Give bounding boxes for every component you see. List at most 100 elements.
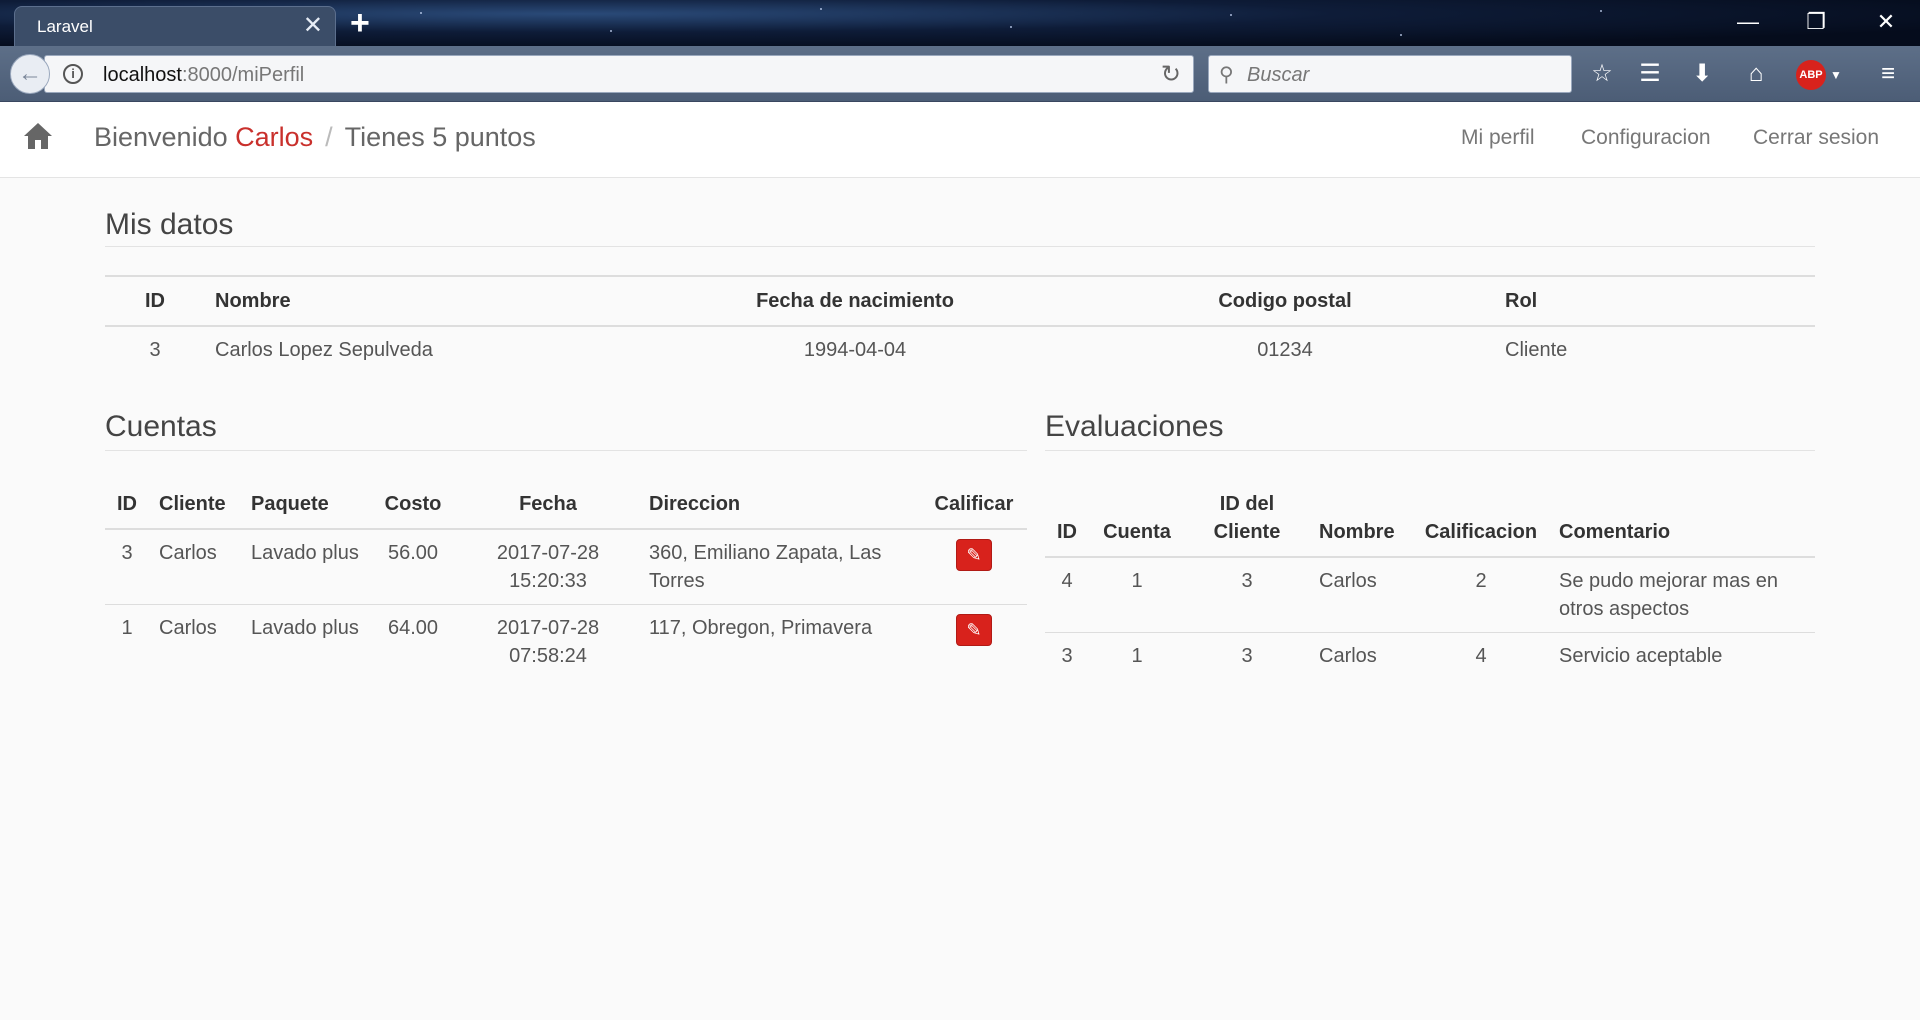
cell-cliente: Carlos	[159, 542, 217, 564]
url-host: localhost	[103, 64, 182, 86]
cell-direccion: 117, Obregon, Primavera	[649, 617, 873, 639]
table-header-row: ID Nombre Fecha de nacimiento Codigo pos…	[105, 276, 1815, 326]
col-id-cliente: ID del Cliente	[1213, 493, 1281, 543]
cell-calificar: ✎	[921, 529, 1027, 605]
cell-direccion: 360, Emiliano Zapata, Las Torres	[649, 542, 882, 592]
table-row: 4 1 3 Carlos 2 Se pudo mejorar mas en ot…	[1045, 557, 1815, 633]
table-row: 3 Carlos Lavado plus 56.00 2017-07-28 15…	[105, 529, 1027, 605]
col-id: ID	[1057, 521, 1077, 543]
cell-calificacion: 4	[1475, 645, 1487, 667]
cell-rol: Cliente	[1505, 339, 1568, 361]
tab-title: Laravel	[37, 17, 93, 36]
bookmark-star-icon[interactable]: ☆	[1584, 56, 1620, 92]
mis-datos-table: ID Nombre Fecha de nacimiento Codigo pos…	[105, 275, 1815, 373]
cell-costo: 64.00	[387, 617, 439, 639]
cell-fecha: 2017-07-28 15:20:33	[496, 542, 600, 592]
table-header-row: ID Cliente Paquete Costo Fecha Direccion…	[105, 480, 1027, 529]
cell-paquete: Lavado plus	[251, 542, 359, 564]
cell-cliente: Carlos	[159, 617, 217, 639]
background-star	[1010, 26, 1012, 28]
col-calificar: Calificar	[934, 493, 1014, 515]
url-text: localhost:8000/miPerfil	[103, 64, 304, 87]
download-icon[interactable]: ⬇	[1684, 56, 1720, 92]
table-row: 1 Carlos Lavado plus 64.00 2017-07-28 07…	[105, 604, 1027, 680]
pencil-icon: ✎	[966, 545, 982, 565]
browser-home-icon[interactable]: ⌂	[1738, 56, 1774, 92]
table-row: 3 Carlos Lopez Sepulveda 1994-04-04 0123…	[105, 326, 1815, 373]
nav-cerrar-sesion[interactable]: Cerrar sesion	[1753, 126, 1879, 150]
breadcrumb: Bienvenido Carlos / Tienes 5 puntos	[94, 122, 536, 153]
menu-icon[interactable]: ≡	[1870, 56, 1906, 92]
home-icon[interactable]	[22, 120, 54, 152]
cell-paquete: Lavado plus	[251, 617, 359, 639]
cell-id: 3	[149, 339, 161, 361]
col-id: ID	[117, 493, 137, 515]
cell-id: 1	[121, 617, 133, 639]
col-rol: Rol	[1505, 290, 1538, 312]
search-icon: ⚲	[1219, 64, 1234, 86]
cuentas-title: Cuentas	[105, 410, 217, 443]
cell-calificacion: 2	[1475, 570, 1487, 592]
adblock-dropdown-icon[interactable]: ▼	[1830, 60, 1842, 90]
evaluaciones-table: ID Cuenta ID del Cliente Nombre Califica…	[1045, 480, 1815, 679]
cell-id-cliente: 3	[1241, 645, 1253, 667]
col-direccion: Direccion	[649, 493, 741, 515]
browser-tab[interactable]: Laravel ✕	[14, 6, 336, 46]
browser-tab-strip: Laravel ✕ + — ❐ ✕	[0, 0, 1920, 46]
cell-cuenta: 1	[1131, 570, 1143, 592]
cell-cuenta: 1	[1131, 645, 1143, 667]
rate-button[interactable]: ✎	[956, 539, 992, 571]
cell-nombre: Carlos	[1319, 570, 1377, 592]
reading-list-icon[interactable]: ☰	[1632, 56, 1668, 92]
welcome-text: Bienvenido	[94, 122, 228, 152]
close-tab-icon[interactable]: ✕	[303, 13, 323, 39]
rate-button[interactable]: ✎	[956, 614, 992, 646]
cell-codigo-postal: 01234	[1257, 339, 1313, 361]
table-row: 3 1 3 Carlos 4 Servicio aceptable	[1045, 632, 1815, 680]
col-fecha: Fecha	[519, 493, 577, 515]
cell-id-cliente: 3	[1241, 570, 1253, 592]
adblock-icon[interactable]: ABP	[1796, 60, 1826, 90]
browser-toolbar: i localhost:8000/miPerfil ↻ ← ⚲ Buscar ☆…	[0, 46, 1920, 102]
nav-mi-perfil[interactable]: Mi perfil	[1461, 126, 1535, 150]
col-codigo-postal: Codigo postal	[1218, 290, 1352, 312]
pencil-icon: ✎	[966, 620, 982, 640]
app-navbar: Bienvenido Carlos / Tienes 5 puntos Mi per…	[0, 102, 1920, 178]
cell-calificar: ✎	[921, 605, 1027, 680]
restore-icon[interactable]: ❐	[1796, 4, 1836, 40]
reload-icon[interactable]: ↻	[1161, 60, 1181, 89]
minimize-icon[interactable]: —	[1728, 4, 1768, 40]
section-divider	[1045, 450, 1815, 451]
cell-id: 3	[1061, 645, 1073, 667]
background-star	[1400, 34, 1402, 36]
col-id: ID	[145, 290, 165, 312]
cell-id: 3	[121, 542, 133, 564]
nav-configuracion[interactable]: Configuracion	[1581, 126, 1711, 150]
site-info-icon[interactable]: i	[63, 64, 83, 84]
search-placeholder: Buscar	[1247, 64, 1310, 86]
new-tab-icon[interactable]: +	[350, 6, 370, 40]
cell-nombre: Carlos Lopez Sepulveda	[215, 339, 433, 361]
col-nombre: Nombre	[215, 290, 291, 312]
col-comentario: Comentario	[1559, 521, 1671, 543]
search-bar[interactable]: ⚲ Buscar	[1208, 55, 1572, 93]
background-star	[610, 30, 612, 32]
section-divider	[105, 246, 1815, 247]
close-window-icon[interactable]: ✕	[1866, 4, 1906, 40]
section-divider	[105, 450, 1027, 451]
cell-id: 4	[1061, 570, 1073, 592]
background-star	[420, 12, 422, 14]
cell-costo: 56.00	[387, 542, 439, 564]
col-cliente: Cliente	[159, 493, 226, 515]
points-text: Tienes 5 puntos	[344, 122, 536, 152]
cuentas-table: ID Cliente Paquete Costo Fecha Direccion…	[105, 480, 1027, 679]
back-button[interactable]: ←	[10, 54, 50, 94]
background-star	[1600, 10, 1602, 12]
cell-fecha: 2017-07-28 07:58:24	[496, 617, 600, 667]
col-calificacion: Calificacion	[1424, 521, 1538, 543]
col-paquete: Paquete	[251, 493, 329, 515]
cell-nombre: Carlos	[1319, 645, 1377, 667]
evaluaciones-title: Evaluaciones	[1045, 410, 1224, 443]
address-bar[interactable]: i localhost:8000/miPerfil ↻	[44, 55, 1194, 93]
mis-datos-title: Mis datos	[105, 208, 234, 241]
